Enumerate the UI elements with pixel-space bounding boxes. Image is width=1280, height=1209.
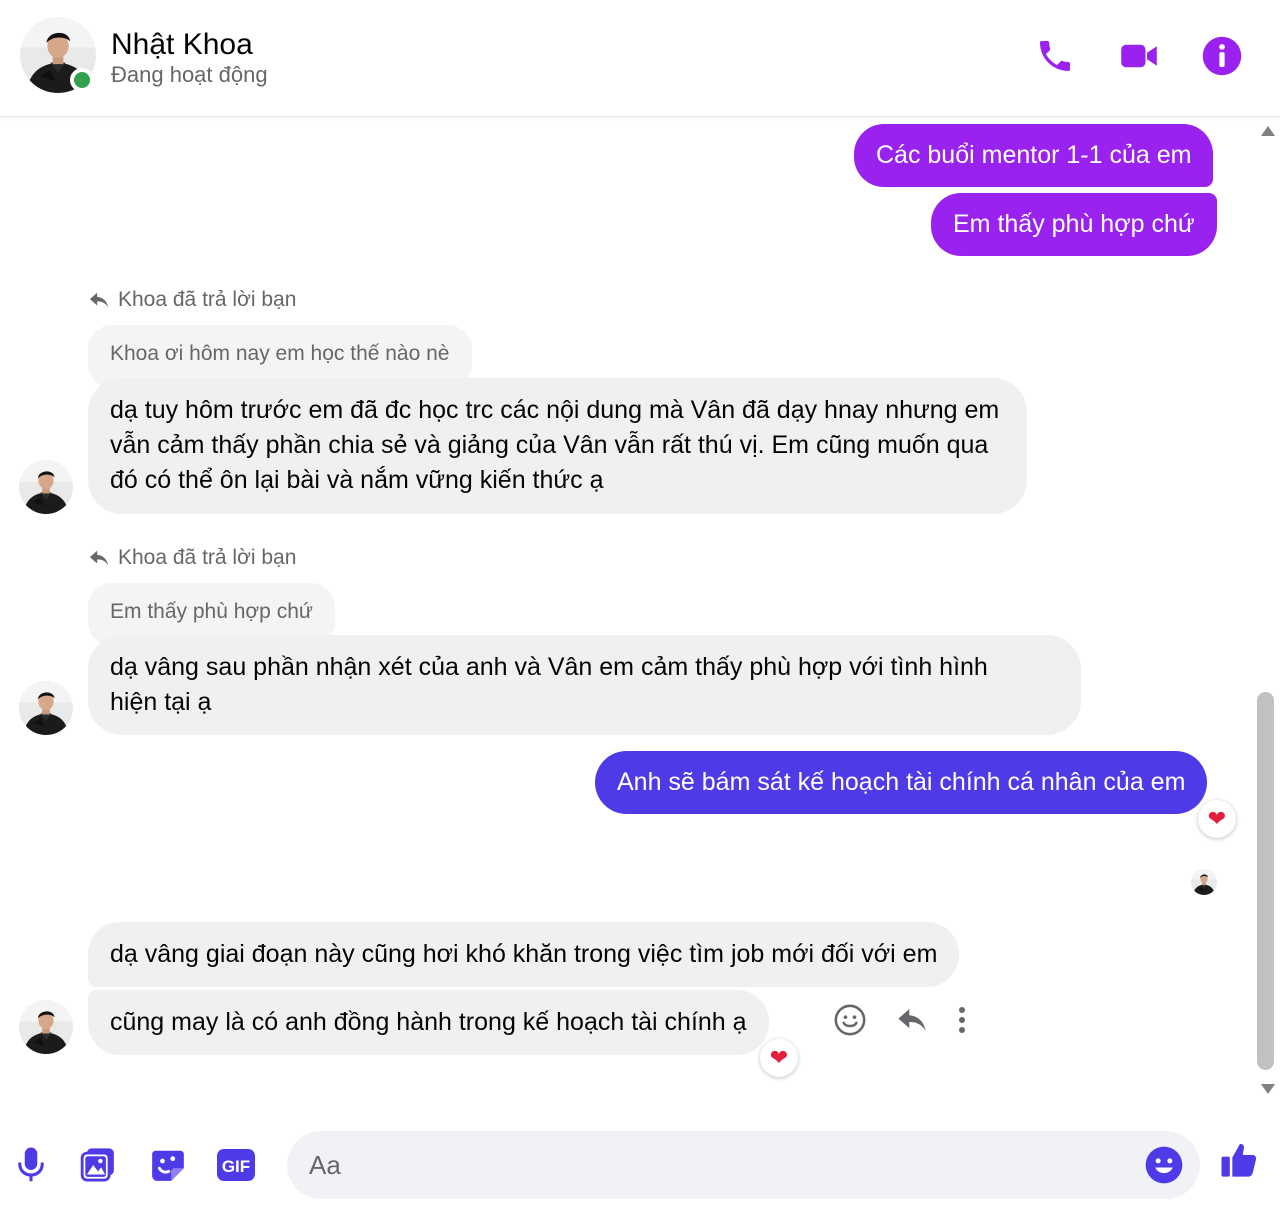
message-list[interactable]: Các buổi mentor 1-1 của em Em thấy phù h… (0, 118, 1255, 1103)
message-hover-actions (833, 1003, 967, 1037)
emoji-icon[interactable] (1144, 1145, 1184, 1190)
contact-name[interactable]: Nhật Khoa (111, 28, 253, 62)
video-icon[interactable] (1117, 34, 1161, 78)
sender-avatar[interactable] (19, 681, 73, 735)
microphone-icon[interactable] (11, 1145, 51, 1185)
sender-avatar[interactable] (19, 460, 73, 514)
contact-status: Đang hoạt động (111, 62, 268, 87)
reply-indicator: Khoa đã trả lời bạn (88, 546, 296, 570)
online-status-indicator (70, 68, 94, 92)
message-composer: GIF (0, 1110, 1280, 1209)
scroll-thumb[interactable] (1257, 692, 1274, 1070)
message-input-container[interactable] (287, 1131, 1200, 1199)
message-bubble-outgoing[interactable]: Em thấy phù hợp chứ (931, 193, 1217, 256)
message-bubble-incoming[interactable]: dạ tuy hôm trước em đã đc học trc các nộ… (88, 378, 1028, 514)
message-line: vẫn cảm thấy phần chia sẻ và giảng của V… (110, 431, 989, 459)
reply-arrow-icon (89, 550, 109, 566)
scroll-up-arrow-icon[interactable] (1261, 126, 1275, 136)
message-line: dạ tuy hôm trước em đã đc học trc các nộ… (110, 396, 1000, 424)
seen-avatar (1191, 869, 1217, 895)
message-bubble-outgoing[interactable]: Các buổi mentor 1-1 của em (854, 124, 1214, 187)
gif-icon[interactable]: GIF (216, 1145, 256, 1185)
chat-scrollbar[interactable] (1255, 118, 1280, 1103)
chat-header: Nhật Khoa Đang hoạt động (0, 0, 1280, 117)
gif-label: GIF (222, 1157, 250, 1176)
reply-note-text: Khoa đã trả lời bạn (118, 288, 297, 311)
message-bubble-incoming[interactable]: cũng may là có anh đồng hành trong kế ho… (88, 990, 769, 1055)
message-line: đó có thể ôn lại bài và nắm vững kiến th… (110, 466, 604, 494)
message-bubble-incoming[interactable]: dạ vâng giai đoạn này cũng hơi khó khăn … (88, 922, 960, 987)
heart-reaction-icon[interactable]: ❤ (760, 1039, 798, 1077)
scroll-down-arrow-icon[interactable] (1261, 1084, 1275, 1094)
reply-icon[interactable] (895, 1005, 929, 1035)
phone-icon[interactable] (1033, 34, 1077, 78)
message-input[interactable] (309, 1145, 1129, 1185)
react-emoji-icon[interactable] (833, 1003, 867, 1037)
sticker-icon[interactable] (148, 1145, 188, 1185)
heart-reaction-icon[interactable]: ❤ (1198, 800, 1236, 838)
like-icon[interactable] (1219, 1140, 1259, 1180)
more-options-icon[interactable] (957, 1005, 967, 1035)
reply-note-text: Khoa đã trả lời bạn (118, 546, 297, 569)
message-bubble-incoming[interactable]: dạ vâng sau phần nhận xét của anh và Vân… (88, 635, 1081, 735)
reply-indicator: Khoa đã trả lời bạn (88, 288, 296, 312)
sender-avatar[interactable] (19, 1000, 73, 1054)
message-line: dạ vâng sau phần nhận xét của anh và Vân… (110, 653, 988, 681)
image-icon[interactable] (78, 1145, 118, 1185)
info-icon[interactable] (1200, 34, 1244, 78)
message-line: hiện tại ạ (110, 688, 212, 716)
reply-arrow-icon (89, 292, 109, 308)
message-bubble-outgoing[interactable]: Anh sẽ bám sát kế hoạch tài chính cá nhâ… (595, 751, 1208, 814)
